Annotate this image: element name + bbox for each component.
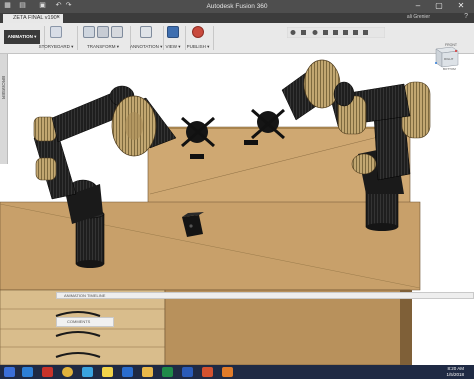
display-settings-icon[interactable] [333, 30, 338, 35]
transform-components-icon [83, 26, 95, 38]
animation-timeline-bar[interactable]: ANIMATION TIMELINE [56, 292, 474, 299]
document-tab[interactable]: ZETA FINAL v190* × [3, 14, 63, 23]
acrobat-icon[interactable] [42, 367, 53, 377]
document-tab-label: ZETA FINAL v190* [13, 15, 59, 21]
word-icon[interactable] [182, 367, 193, 377]
comments-bar[interactable]: COMMENTS [56, 317, 114, 327]
storyboard-group[interactable]: STORYBOARD ▾ [38, 26, 74, 52]
chrome-icon[interactable] [62, 367, 73, 377]
browser-panel[interactable]: BROWSER [0, 54, 8, 164]
toolbar-ribbon: ANIMATION ▾ STORYBOARD ▾ TRANSFORM ▾ ANN… [0, 23, 474, 54]
user-name[interactable]: ali Grenier [407, 14, 430, 20]
animation-timeline-label: ANIMATION TIMELINE [64, 293, 106, 298]
viewports-icon[interactable] [353, 30, 358, 35]
publish-label: PUBLISH ▾ [186, 44, 210, 49]
new-storyboard-icon [50, 26, 62, 38]
workspace-switcher[interactable]: ANIMATION ▾ [4, 30, 40, 44]
windows-taskbar: 8:20 AM 1/5/2018 [0, 365, 474, 379]
ribbon-divider [213, 26, 214, 50]
callout-icon [140, 26, 152, 38]
publish-video-icon [192, 26, 204, 38]
view-label: VIEW ▾ [165, 44, 181, 49]
annotation-group[interactable]: ANNOTATION ▾ [130, 26, 162, 52]
file-explorer-icon[interactable] [22, 367, 33, 377]
view-cube[interactable]: FRONT RIGHT BOTTOM [430, 41, 464, 71]
minimize-icon[interactable]: – [413, 1, 423, 11]
pan-icon[interactable] [301, 30, 306, 35]
canvas-viewport[interactable]: BROWSER ANIMATION TIMELINE COMMENTS [0, 54, 474, 365]
title-bar: ▦ ▤ ▣ ↶ ↷ Autodesk Fusion 360 – ▢ ✕ [0, 0, 474, 13]
mail-icon[interactable] [122, 367, 133, 377]
maximize-icon[interactable]: ▢ [434, 1, 444, 11]
restore-home-icon [97, 26, 109, 38]
fusion-360-window: ▦ ▤ ▣ ↶ ↷ Autodesk Fusion 360 – ▢ ✕ ZETA… [0, 0, 474, 379]
window-title: Autodesk Fusion 360 [206, 3, 268, 10]
viewcube-axis-red [455, 50, 457, 52]
folder-icon[interactable] [142, 367, 153, 377]
help-icon[interactable]: ? [464, 13, 468, 20]
system-clock[interactable]: 8:20 AM 1/5/2018 [446, 366, 464, 378]
storyboard-label: STORYBOARD ▾ [38, 44, 74, 49]
annotation-label: ANNOTATION ▾ [130, 44, 163, 49]
visual-style-icon[interactable] [363, 30, 368, 35]
browser-label: BROWSER [1, 76, 6, 100]
viewcube-right-label: RIGHT [444, 57, 454, 61]
table-leg [400, 290, 412, 365]
fusion-icon[interactable] [222, 367, 233, 377]
transform-group[interactable]: TRANSFORM ▾ [78, 26, 128, 52]
zoom-icon[interactable] [312, 30, 318, 35]
view-group[interactable]: VIEW ▾ [163, 26, 183, 52]
grid-icon[interactable] [343, 30, 348, 35]
document-tab-bar: ZETA FINAL v190* × ali Grenier ? [0, 13, 474, 23]
powerpoint-icon[interactable] [202, 367, 213, 377]
fit-icon[interactable] [323, 30, 328, 35]
close-icon[interactable]: ✕ [456, 1, 466, 11]
viewcube-axis-blue [435, 62, 437, 64]
table-front-apron [164, 289, 411, 365]
viewcube-front-label: FRONT [445, 43, 458, 47]
auto-explode-icon [111, 26, 123, 38]
view-icon [167, 26, 179, 38]
orbit-icon[interactable] [290, 30, 296, 35]
windows-start-icon[interactable] [4, 367, 15, 377]
transform-label: TRANSFORM ▾ [86, 44, 119, 49]
comments-label: COMMENTS [67, 319, 91, 324]
tab-close-icon[interactable]: × [56, 14, 60, 23]
people-icon[interactable] [82, 367, 93, 377]
excel-icon[interactable] [162, 367, 173, 377]
clock-date: 1/5/2018 [446, 372, 464, 377]
viewcube-bottom-label: BOTTOM [443, 67, 456, 71]
publish-group[interactable]: PUBLISH ▾ [185, 26, 211, 52]
navigation-toolbar [287, 27, 385, 38]
sticky-notes-icon[interactable] [102, 367, 113, 377]
